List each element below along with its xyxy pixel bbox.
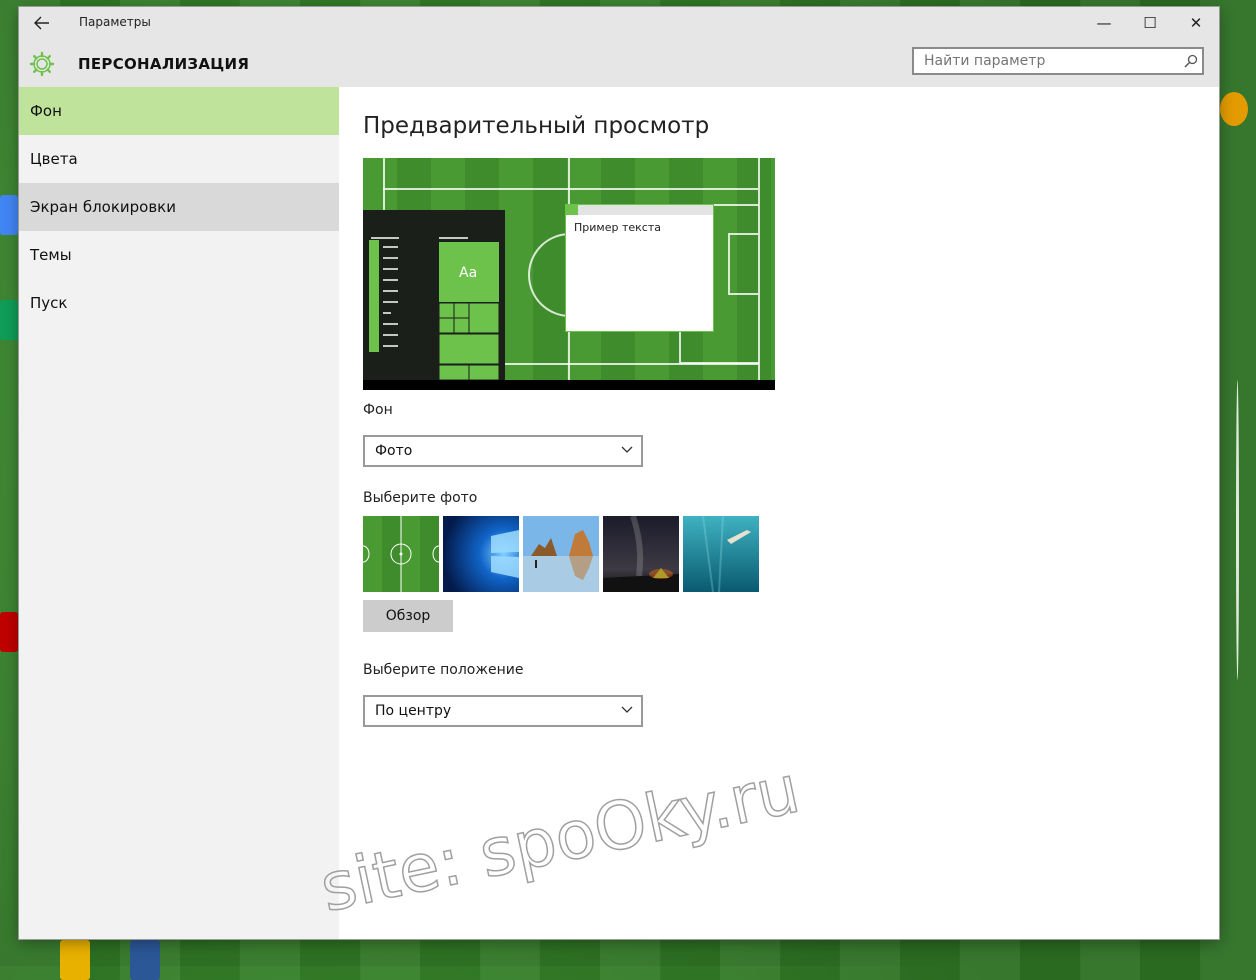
window-title: Параметры	[79, 15, 151, 29]
sample-window-accent	[566, 205, 578, 215]
title-bar: Параметры — ☐ ✕	[19, 7, 1219, 39]
choose-photo-label: Выберите фото	[363, 490, 478, 506]
taskbar-preview	[363, 380, 775, 390]
chevron-down-icon	[621, 446, 633, 453]
chevron-down-icon	[621, 706, 633, 713]
position-dropdown[interactable]: По центру	[363, 695, 643, 727]
desktop-field-line	[1236, 380, 1239, 680]
desktop-preview: Aa Пример текста	[363, 158, 775, 390]
sidebar-item-themes[interactable]: Темы	[19, 231, 339, 279]
photo-thumbnail-beach-rocks[interactable]	[523, 516, 599, 592]
minimize-button[interactable]: —	[1081, 7, 1127, 39]
sidebar-item-background[interactable]: Фон	[19, 87, 339, 135]
photo-thumbnail-night-sky-tent[interactable]	[603, 516, 679, 592]
sample-text: Пример текста	[574, 221, 661, 234]
background-type-dropdown[interactable]: Фото	[363, 435, 643, 467]
background-label: Фон	[363, 402, 393, 418]
close-button[interactable]: ✕	[1173, 7, 1219, 39]
choose-position-label: Выберите положение	[363, 662, 524, 678]
browse-button[interactable]: Обзор	[363, 600, 453, 632]
position-value: По центру	[375, 703, 452, 719]
desktop-icon-sheets[interactable]	[0, 300, 18, 340]
maximize-button[interactable]: ☐	[1127, 7, 1173, 39]
desktop-icon-docs[interactable]	[0, 195, 18, 235]
background-type-value: Фото	[375, 443, 413, 459]
gear-icon	[29, 51, 55, 77]
settings-header: ПЕРСОНАЛИЗАЦИЯ	[19, 39, 1219, 87]
start-menu-tiles	[369, 237, 500, 381]
desktop-icon-word[interactable]	[130, 940, 160, 980]
tile-text: Aa	[459, 265, 478, 281]
desktop-icon-folder[interactable]	[60, 940, 90, 980]
goal-box	[728, 233, 758, 295]
search-icon[interactable]	[1184, 54, 1198, 68]
sample-window-preview: Пример текста	[565, 204, 714, 332]
sidebar-item-start[interactable]: Пуск	[19, 279, 339, 327]
sample-window-titlebar	[566, 205, 713, 215]
start-menu-preview: Aa	[363, 210, 505, 381]
sidebar-item-colors[interactable]: Цвета	[19, 135, 339, 183]
section-title: ПЕРСОНАЛИЗАЦИЯ	[78, 55, 250, 73]
desktop-icon-filezilla[interactable]	[0, 612, 18, 652]
photo-thumbnail-windows-10-blue[interactable]	[443, 516, 519, 592]
sidebar: Фон Цвета Экран блокировки Темы Пуск	[19, 87, 339, 939]
desktop-icon-app[interactable]	[1220, 92, 1248, 126]
back-button[interactable]	[19, 7, 65, 39]
photo-thumbnail-underwater-swimmer[interactable]	[683, 516, 759, 592]
sidebar-item-lock-screen[interactable]: Экран блокировки	[19, 183, 339, 231]
back-arrow-icon	[34, 16, 49, 30]
page-title: Предварительный просмотр	[363, 113, 710, 139]
field-line	[383, 188, 758, 190]
photo-thumbnail-football-field[interactable]	[363, 516, 439, 592]
search-input[interactable]	[912, 47, 1204, 75]
